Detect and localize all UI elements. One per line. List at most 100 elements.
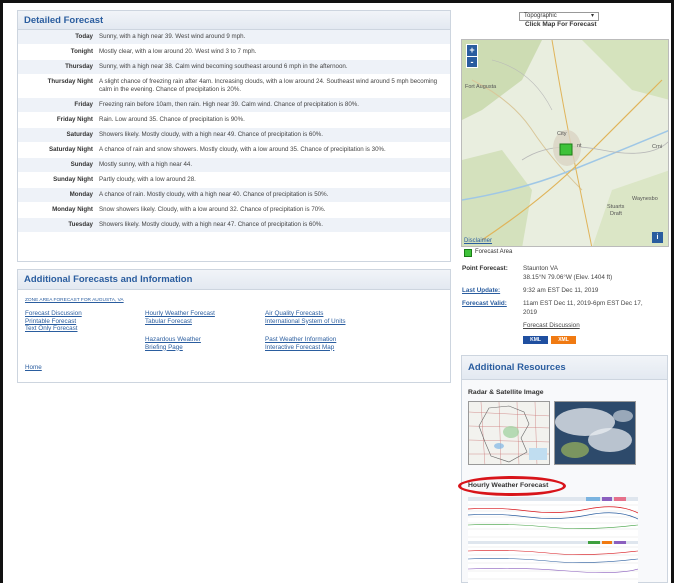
radar-satellite-label: Radar & Satellite Image	[468, 389, 544, 396]
satellite-image-thumbnail[interactable]	[554, 401, 636, 465]
forecast-period: Thursday	[65, 63, 93, 70]
additional-forecasts-panel: Additional Forecasts and Information ZON…	[17, 269, 451, 383]
forecast-text: Partly cloudy, with a low around 28.	[99, 176, 196, 183]
forecast-row: Tuesday Showers likely. Mostly cloudy, wi…	[18, 218, 450, 233]
forecast-text: Snow showers likely. Cloudy, with a low …	[99, 206, 326, 213]
zoom-out-button[interactable]: -	[467, 57, 477, 68]
forecast-text: A chance of rain. Mostly cloudy, with a …	[99, 191, 329, 198]
forecast-row: Friday Freezing rain before 10am, then ra…	[18, 98, 450, 113]
forecast-text: Sunny, with a high near 38. Calm wind be…	[99, 63, 348, 70]
interactive-forecast-map-link[interactable]: Interactive Forecast Map	[265, 344, 336, 352]
forecast-area-swatch	[464, 249, 472, 257]
detailed-forecast-panel: Detailed Forecast Today Sunny, with a hig…	[17, 10, 451, 262]
forecast-text: Mostly clear, with a low around 20. West…	[99, 48, 257, 55]
forecast-period: Monday	[69, 191, 93, 198]
map-label-stuarts: Stuarts	[607, 204, 625, 210]
forecast-row: Friday Night Rain. Low around 35. Chance …	[18, 113, 450, 128]
map-label-waynesboro: Waynesbo	[632, 196, 658, 202]
links-column-2b: Hazardous Weather Briefing Page	[145, 336, 201, 351]
xml-button[interactable]: XML	[551, 336, 576, 344]
highlight-circle	[458, 476, 566, 496]
forecast-period: Saturday Night	[48, 146, 93, 153]
map-label-city: City	[557, 131, 567, 137]
forecast-row: Tonight Mostly clear, with a low around 2…	[18, 45, 450, 60]
briefing-page-link[interactable]: Briefing Page	[145, 344, 201, 352]
air-quality-forecasts-link[interactable]: Air Quality Forecasts	[265, 310, 346, 318]
home-link[interactable]: Home	[25, 364, 42, 371]
hazardous-weather-link[interactable]: Hazardous Weather	[145, 336, 201, 344]
forecast-text: Freezing rain before 10am, then rain. Hi…	[99, 101, 360, 108]
printable-forecast-link[interactable]: Printable Forecast	[25, 318, 82, 326]
map-label-draft: Draft	[610, 211, 622, 217]
forecast-row: Thursday Night A slight chance of freezin…	[18, 75, 450, 98]
forecast-row: Today Sunny, with a high near 39. West wi…	[18, 30, 450, 45]
forecast-period: Today	[75, 33, 93, 40]
forecast-discussion-link[interactable]: Forecast Discussion	[25, 310, 82, 318]
forecast-valid-label[interactable]: Forecast Valid:	[462, 300, 522, 308]
detailed-forecast-title: Detailed Forecast	[18, 11, 450, 30]
last-update-label[interactable]: Last Update:	[462, 287, 522, 295]
topographic-map-graphic: Fort Augusta City nt Crni Waynesbo Stuar…	[462, 40, 668, 246]
last-update-value: 9:32 am EST Dec 11, 2019	[523, 287, 599, 294]
links-column-1: Forecast Discussion Printable Forecast T…	[25, 310, 82, 333]
forecast-text: Mostly sunny, with a high near 44.	[99, 161, 193, 168]
map-type-select[interactable]: Topographic ▾	[519, 12, 599, 21]
forecast-list: Today Sunny, with a high near 39. West wi…	[18, 30, 450, 233]
map-label-nt: nt	[577, 143, 582, 149]
forecast-period: Tuesday	[68, 221, 93, 228]
hourly-graph-graphic	[468, 497, 638, 583]
zoom-in-button[interactable]: +	[467, 45, 477, 57]
hourly-weather-forecast-link[interactable]: Hourly Weather Forecast	[145, 310, 215, 318]
chevron-down-icon: ▾	[590, 13, 594, 19]
forecast-text: A chance of rain and snow showers. Mostl…	[99, 146, 386, 153]
forecast-row: Monday A chance of rain. Mostly cloudy, w…	[18, 188, 450, 203]
forecast-row: Sunday Night Partly cloudy, with a low ar…	[18, 173, 450, 188]
forecast-period: Friday Night	[56, 116, 93, 123]
point-forecast-coords: 38.15°N 79.06°W (Elev. 1404 ft)	[523, 274, 613, 281]
point-forecast-location: Staunton VA	[523, 265, 558, 272]
map-label-crni: Crni	[652, 144, 662, 150]
forecast-text: Rain. Low around 35. Chance of precipita…	[99, 116, 245, 123]
zone-forecast-link[interactable]: ZONE AREA FORECAST FOR AUGUSTA, VA	[25, 298, 124, 303]
forecast-text: Showers likely. Mostly cloudy, with a hi…	[99, 221, 324, 228]
forecast-period: Thursday Night	[47, 78, 93, 85]
past-weather-link[interactable]: Past Weather Information	[265, 336, 336, 344]
forecast-period: Saturday	[66, 131, 93, 138]
forecast-row: Monday Night Snow showers likely. Cloudy,…	[18, 203, 450, 218]
radar-map-graphic	[469, 402, 549, 464]
disclaimer-link[interactable]: Disclaimer	[464, 238, 492, 244]
radar-image-thumbnail[interactable]	[468, 401, 550, 465]
forecast-area-label: Forecast Area	[475, 249, 513, 255]
forecast-valid-value: 11am EST Dec 11, 2019-6pm EST Dec 17,	[523, 300, 643, 307]
forecast-text: Showers likely. Mostly cloudy, with a hi…	[99, 131, 324, 138]
links-column-2: Hourly Weather Forecast Tabular Forecast	[145, 310, 215, 325]
forecast-period: Sunday	[70, 161, 93, 168]
forecast-row: Saturday Showers likely. Mostly cloudy, w…	[18, 128, 450, 143]
kml-button[interactable]: KML	[523, 336, 548, 344]
additional-forecasts-title: Additional Forecasts and Information	[18, 270, 450, 290]
map-info-button[interactable]: i	[652, 232, 663, 243]
forecast-period: Sunday Night	[53, 176, 93, 183]
hourly-graph-thumbnail[interactable]	[468, 497, 638, 583]
satellite-map-graphic	[555, 402, 635, 464]
point-forecast-label: Point Forecast:	[462, 265, 508, 272]
map-type-value: Topographic	[524, 13, 557, 19]
forecast-period: Tonight	[70, 48, 93, 55]
links-column-3b: Past Weather Information Interactive For…	[265, 336, 336, 351]
forecast-row: Thursday Sunny, with a high near 38. Calm…	[18, 60, 450, 75]
links-column-3: Air Quality Forecasts International Syst…	[265, 310, 346, 325]
forecast-text: A slight chance of freezing rain after 4…	[99, 78, 438, 93]
forecast-period: Friday	[74, 101, 93, 108]
additional-resources-title: Additional Resources	[462, 356, 667, 380]
forecast-row: Saturday Night A chance of rain and snow …	[18, 143, 450, 158]
point-forecast-discussion-link[interactable]: Forecast Discussion	[523, 322, 673, 330]
forecast-map[interactable]: Fort Augusta City nt Crni Waynesbo Stuar…	[461, 39, 669, 247]
international-units-link[interactable]: International System of Units	[265, 318, 346, 326]
map-caption: Click Map For Forecast	[525, 21, 597, 28]
map-zoom-control[interactable]: + -	[466, 44, 478, 68]
forecast-period: Monday Night	[52, 206, 93, 213]
tabular-forecast-link[interactable]: Tabular Forecast	[145, 318, 215, 326]
text-only-forecast-link[interactable]: Text Only Forecast	[25, 325, 82, 333]
forecast-text: Sunny, with a high near 39. West wind ar…	[99, 33, 246, 40]
map-label-augusta: Fort Augusta	[465, 84, 497, 90]
